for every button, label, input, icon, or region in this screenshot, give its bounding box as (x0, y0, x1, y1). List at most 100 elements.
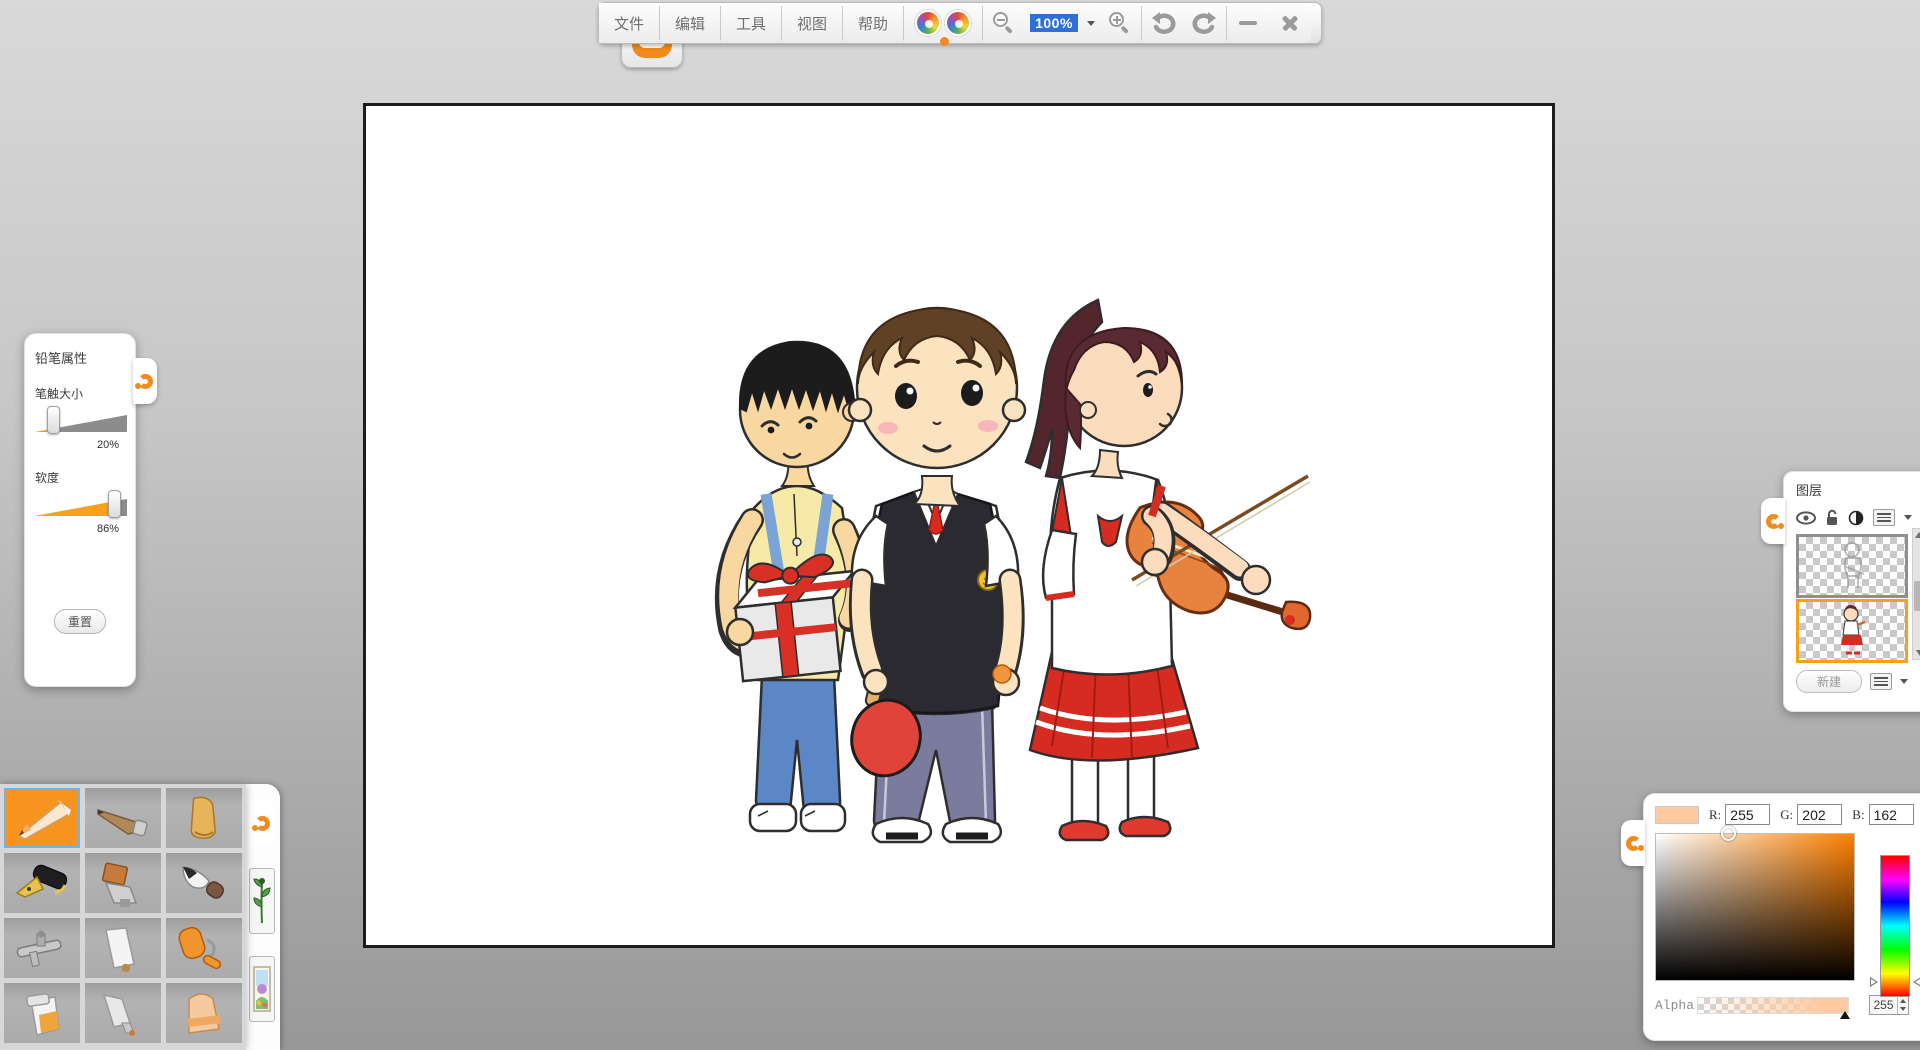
fountain-pen-icon (11, 859, 73, 907)
paint-jar-icon (11, 989, 73, 1037)
menu-edit[interactable]: 编辑 (660, 3, 720, 43)
minimize-icon (1239, 21, 1257, 25)
tool-pencil[interactable] (4, 788, 80, 848)
tool-wood-pencil[interactable] (85, 788, 161, 848)
blue-label: B: (1852, 807, 1864, 823)
eraser-icon (173, 989, 235, 1037)
alpha-value: 255 (1870, 998, 1897, 1012)
plant-icon (252, 873, 272, 929)
zoom-dropdown-button[interactable] (1083, 3, 1099, 43)
green-input[interactable] (1797, 804, 1842, 825)
tool-ink-brush[interactable] (166, 853, 242, 913)
color-selection-marker[interactable] (1721, 826, 1736, 841)
layer-item-sketch[interactable] (1796, 534, 1908, 598)
tool-palette-knife[interactable] (85, 918, 161, 978)
menu-file[interactable]: 文件 (599, 3, 659, 43)
scroll-up-icon[interactable] (1915, 532, 1920, 538)
wood-pencil-icon (92, 794, 154, 842)
clown-mouth-tab (621, 40, 683, 68)
tool-palette (0, 784, 246, 1050)
panel-ear-handle[interactable] (133, 358, 157, 404)
clown-nose-icon (940, 37, 949, 46)
picture-stamp-button[interactable] (249, 956, 275, 1022)
layers-panel: 图层 (1783, 471, 1920, 712)
palette-knife-icon (92, 924, 154, 972)
close-icon (1280, 13, 1300, 33)
flat-brush-icon (92, 859, 154, 907)
close-button[interactable] (1269, 3, 1311, 43)
drawing-canvas[interactable] (363, 103, 1555, 948)
children-illustration (700, 280, 1320, 850)
brush-size-slider[interactable] (35, 406, 127, 436)
alpha-marker[interactable] (1840, 1011, 1850, 1019)
boy-with-gift (727, 342, 865, 831)
lock-icon[interactable] (1825, 509, 1839, 526)
visibility-eye-icon[interactable] (1796, 511, 1816, 525)
alpha-slider[interactable] (1697, 997, 1849, 1014)
chevron-down-icon[interactable] (1904, 515, 1912, 520)
menu-view[interactable]: 视图 (782, 3, 842, 43)
opacity-icon[interactable] (1848, 510, 1864, 526)
chevron-down-icon[interactable] (1900, 679, 1908, 684)
tool-crayon[interactable] (166, 788, 242, 848)
undo-button[interactable] (1142, 3, 1184, 43)
new-layer-button[interactable]: 新建 (1796, 670, 1862, 693)
tool-paint-roller[interactable] (166, 918, 242, 978)
softness-slider[interactable] (35, 490, 127, 520)
tool-fountain-pen[interactable] (4, 853, 80, 913)
red-input[interactable] (1725, 804, 1770, 825)
redo-button[interactable] (1184, 3, 1226, 43)
layer-list (1796, 534, 1908, 663)
knife-icon (92, 989, 154, 1037)
hue-marker-right[interactable] (1913, 977, 1920, 987)
panel-ear-handle[interactable] (1761, 498, 1785, 544)
current-color-swatch (1655, 806, 1699, 824)
scroll-down-icon[interactable] (1916, 650, 1920, 656)
spin-down-icon[interactable] (1900, 1007, 1906, 1011)
hue-marker-left[interactable] (1870, 977, 1878, 987)
tool-knife[interactable] (85, 983, 161, 1043)
minimize-button[interactable] (1227, 3, 1269, 43)
spin-up-icon[interactable] (1900, 999, 1906, 1003)
red-label: R: (1709, 807, 1721, 823)
reset-button[interactable]: 重置 (54, 609, 106, 634)
alpha-spinner[interactable]: 255 (1869, 995, 1909, 1015)
brush-size-label: 笔触大小 (35, 385, 125, 402)
layer-options-button[interactable] (1870, 673, 1892, 690)
slider-thumb[interactable] (47, 406, 60, 434)
zoom-level-field[interactable]: 100% (1025, 3, 1083, 43)
layers-scrollbar[interactable] (1912, 528, 1920, 660)
menu-help[interactable]: 帮助 (843, 3, 903, 43)
main-toolbar: 文件 编辑 工具 视图 帮助 100% (598, 2, 1322, 44)
panel-ear-handle[interactable] (1621, 820, 1645, 866)
tool-flat-brush[interactable] (85, 853, 161, 913)
zoom-out-button[interactable] (983, 3, 1025, 43)
layer-menu-button[interactable] (1873, 509, 1895, 526)
tool-eraser[interactable] (166, 983, 242, 1043)
zoom-in-icon (1109, 12, 1131, 34)
scrollbar-thumb[interactable] (1914, 581, 1920, 611)
picture-icon (252, 961, 272, 1017)
blue-input[interactable] (1869, 804, 1914, 825)
tool-paint-jar[interactable] (4, 983, 80, 1043)
panel-ear-handle[interactable] (250, 800, 274, 846)
hue-slider[interactable] (1880, 855, 1910, 997)
layer-item-color[interactable] (1796, 599, 1908, 663)
clown-mouth-icon (632, 42, 672, 58)
redo-icon (1192, 11, 1218, 35)
tool-airbrush[interactable] (4, 918, 80, 978)
alpha-label: Alpha (1655, 998, 1697, 1013)
undo-icon (1150, 11, 1176, 35)
slider-thumb[interactable] (108, 490, 121, 518)
plant-stamp-button[interactable] (249, 868, 275, 934)
crayon-icon (173, 794, 235, 842)
zoom-in-button[interactable] (1099, 3, 1141, 43)
color-thumbnail (1835, 605, 1869, 657)
paint-roller-icon (173, 924, 235, 972)
saturation-value-square[interactable] (1655, 833, 1855, 981)
menu-tools[interactable]: 工具 (721, 3, 781, 43)
pencil-icon (11, 794, 73, 842)
pencil-properties-panel: 铅笔属性 笔触大小 20% 软度 86% 重置 (24, 333, 136, 687)
softness-label: 软度 (35, 469, 125, 486)
zoom-level-value: 100% (1030, 14, 1078, 32)
